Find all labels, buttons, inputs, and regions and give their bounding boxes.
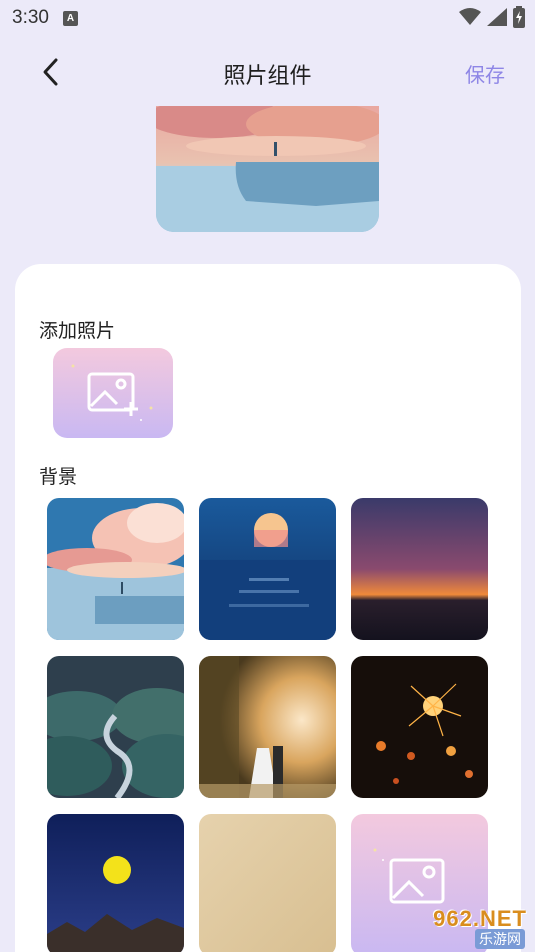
page-title: 照片组件 [223,64,312,89]
wifi-icon [459,8,481,25]
save-button[interactable]: 保存 [465,59,505,88]
widget-preview [156,106,379,232]
notification-icon: A [62,10,78,26]
background-tile-moon-mountains[interactable] [47,814,184,952]
background-tile-night-hills[interactable] [47,656,184,798]
background-tile-dusk-sea[interactable] [351,498,488,640]
background-tile-sunset-clouds[interactable] [47,498,184,640]
background-tile-beige-texture[interactable] [199,814,336,952]
watermark-logo: 962.NET 乐游网 [393,904,535,952]
background-tile-wedding-forest[interactable] [199,656,336,798]
status-time: 3:30 [12,7,49,28]
add-photo-button[interactable] [53,348,173,438]
watermark-sub: 乐游网 [475,929,525,949]
status-icons [459,6,525,28]
top-bar: 照片组件 保存 [0,44,535,100]
background-tile-sparkler-bokeh[interactable] [351,656,488,798]
battery-icon [513,6,525,28]
background-label: 背景 [39,466,78,488]
background-tile-sun-over-ocean[interactable] [199,498,336,640]
signal-icon [487,8,507,26]
status-bar: 3:30 A [0,0,535,36]
content-panel: 添加照片 背景 [15,264,521,952]
add-photo-label: 添加照片 [39,320,116,342]
